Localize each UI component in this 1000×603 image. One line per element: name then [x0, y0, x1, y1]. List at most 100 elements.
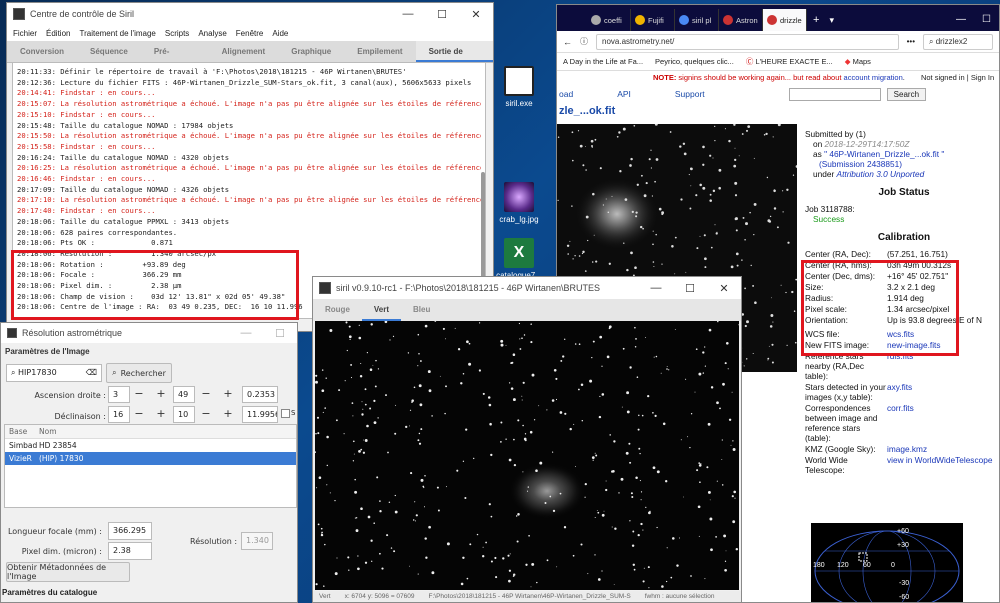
- desktop-icon-catalogue[interactable]: X catalogue7...: [492, 238, 546, 280]
- tab-list-chevron-icon[interactable]: ▾: [825, 9, 838, 31]
- menu-item[interactable]: Analyse: [198, 29, 226, 38]
- ra-hours-plus-button[interactable]: +: [152, 386, 170, 403]
- object-search-input[interactable]: ⌕ HIP17830 ⌫: [6, 364, 102, 382]
- file-link[interactable]: corr.fits: [887, 403, 999, 443]
- minimize-icon[interactable]: —: [639, 282, 673, 294]
- star-dot: [431, 415, 433, 417]
- status-channel: Vert: [319, 593, 331, 600]
- menu-item[interactable]: Scripts: [165, 29, 189, 38]
- get-metadata-button[interactable]: Obtenir Métadonnées de l'Image: [6, 562, 130, 582]
- tab-3[interactable]: Alignement: [209, 41, 279, 62]
- maximize-icon[interactable]: ☐: [974, 9, 999, 31]
- minimize-icon[interactable]: —: [229, 327, 263, 339]
- ra-seconds-input[interactable]: 0.2353: [242, 386, 278, 403]
- star-dot: [741, 133, 744, 135]
- star-dot: [460, 382, 463, 385]
- site-search-input[interactable]: [788, 87, 881, 101]
- maximize-icon[interactable]: ☐: [425, 8, 459, 21]
- signin-status[interactable]: Not signed in | Sign In: [921, 73, 994, 82]
- tab-green[interactable]: Vert: [361, 299, 402, 321]
- dec-degrees-plus-button[interactable]: +: [152, 406, 170, 423]
- nav-api-link[interactable]: API: [617, 89, 631, 99]
- dec-seconds-input[interactable]: 11.9956: [242, 406, 278, 423]
- page-actions-icon[interactable]: •••: [907, 37, 915, 46]
- dec-degrees-input[interactable]: 16: [108, 406, 130, 423]
- tab-blue[interactable]: Bleu: [401, 299, 442, 321]
- tab-6[interactable]: Sortie de console: [415, 41, 493, 78]
- table-row-selected[interactable]: VizieR (HIP) 17830: [5, 452, 296, 465]
- ra-minutes-plus-button[interactable]: +: [219, 386, 237, 403]
- file-link[interactable]: " 46P-Wirtanen_Drizzle_...ok.fit ": [824, 149, 944, 159]
- bookmark-item[interactable]: Peyrico, quelques clic...: [655, 57, 734, 66]
- nav-upload-link[interactable]: oad: [559, 89, 573, 99]
- browser-tab[interactable]: Astron: [719, 9, 763, 31]
- dec-degrees-minus-button[interactable]: −: [130, 406, 148, 423]
- focal-length-input[interactable]: 366.295: [108, 522, 152, 540]
- info-icon[interactable]: ⓘ: [580, 36, 588, 47]
- desktop-icon-siril[interactable]: siril.exe: [492, 66, 546, 108]
- browser-tab[interactable]: coeffi: [587, 9, 631, 31]
- menu-item[interactable]: Traitement de l'image: [79, 29, 155, 38]
- tab-4[interactable]: Graphique: [278, 41, 344, 62]
- back-icon[interactable]: ←: [563, 37, 572, 47]
- sky-map[interactable]: +60 +30 180 120 60 0 -30 -60: [811, 523, 963, 602]
- minimize-icon[interactable]: —: [391, 8, 425, 20]
- url-bar[interactable]: nova.astrometry.net/: [596, 33, 899, 50]
- browser-tab[interactable]: siril pl: [675, 9, 719, 31]
- nav-support-link[interactable]: Support: [675, 89, 705, 99]
- maximize-icon[interactable]: ☐: [263, 327, 297, 340]
- dec-minutes-input[interactable]: 10: [173, 406, 195, 423]
- pixel-size-input[interactable]: 2.38: [108, 542, 152, 560]
- star-dot: [614, 527, 617, 530]
- desktop-icon-crab[interactable]: crab_lg.jpg: [492, 182, 546, 224]
- ra-minutes-input[interactable]: 49: [173, 386, 195, 403]
- file-link[interactable]: view in WorldWideTelescope: [887, 455, 999, 475]
- site-search-button[interactable]: Search: [886, 87, 927, 101]
- close-icon[interactable]: ✕: [459, 8, 493, 21]
- menu-item[interactable]: Fenêtre: [236, 29, 264, 38]
- bookmark-item[interactable]: A Day in the Life at Fa...: [563, 57, 643, 66]
- browser-tab[interactable]: Fujifi: [631, 9, 675, 31]
- menu-item[interactable]: Édition: [46, 29, 70, 38]
- star-dot: [630, 157, 633, 161]
- star-dot: [523, 334, 526, 336]
- close-icon[interactable]: ✕: [707, 282, 741, 295]
- maximize-icon[interactable]: ☐: [673, 282, 707, 295]
- ra-hours-input[interactable]: 3: [108, 386, 130, 403]
- bookmark-item[interactable]: ◆ Maps: [845, 57, 871, 66]
- search-icon: ⌕: [11, 368, 19, 377]
- image-canvas[interactable]: [315, 321, 739, 590]
- account-migration-link[interactable]: account migration: [844, 73, 903, 82]
- search-button[interactable]: ⌕ Rechercher: [106, 363, 172, 383]
- tab-2[interactable]: Pré-traitement: [141, 41, 209, 78]
- tab-0[interactable]: Conversion: [7, 41, 77, 62]
- minimize-icon[interactable]: —: [948, 9, 974, 31]
- star-dot: [442, 327, 445, 330]
- star-dot: [505, 438, 507, 440]
- ra-hours-minus-button[interactable]: −: [130, 386, 148, 403]
- tab-5[interactable]: Empilement: [344, 41, 415, 62]
- clear-icon[interactable]: ⌫: [86, 368, 97, 377]
- menu-item[interactable]: Fichier: [13, 29, 37, 38]
- table-row[interactable]: Simbad HD 23854: [5, 439, 296, 452]
- star-dot: [468, 362, 472, 366]
- star-dot: [420, 478, 424, 482]
- file-link[interactable]: image.kmz: [887, 444, 999, 454]
- south-checkbox[interactable]: [281, 409, 290, 418]
- menu-item[interactable]: Aide: [272, 29, 288, 38]
- star-dot: [366, 352, 368, 354]
- tab-1[interactable]: Séquence: [77, 41, 141, 62]
- bookmark-item[interactable]: Ⓒ L'HEURE EXACTE E...: [746, 56, 833, 67]
- dec-minutes-minus-button[interactable]: −: [197, 406, 215, 423]
- file-link[interactable]: axy.fits: [887, 382, 999, 402]
- submission-link[interactable]: (Submission 2438851): [805, 159, 999, 169]
- browser-tab-active[interactable]: drizzle: [763, 9, 807, 31]
- search-input[interactable]: ⌕ drizzlex2: [923, 33, 993, 50]
- dec-minutes-plus-button[interactable]: +: [219, 406, 237, 423]
- license-link[interactable]: Attribution 3.0 Unported: [837, 169, 925, 179]
- new-tab-icon[interactable]: +: [807, 9, 825, 31]
- tab-red[interactable]: Rouge: [313, 299, 362, 321]
- star-dot: [652, 243, 654, 246]
- ra-minutes-minus-button[interactable]: −: [197, 386, 215, 403]
- star-dot: [734, 158, 737, 162]
